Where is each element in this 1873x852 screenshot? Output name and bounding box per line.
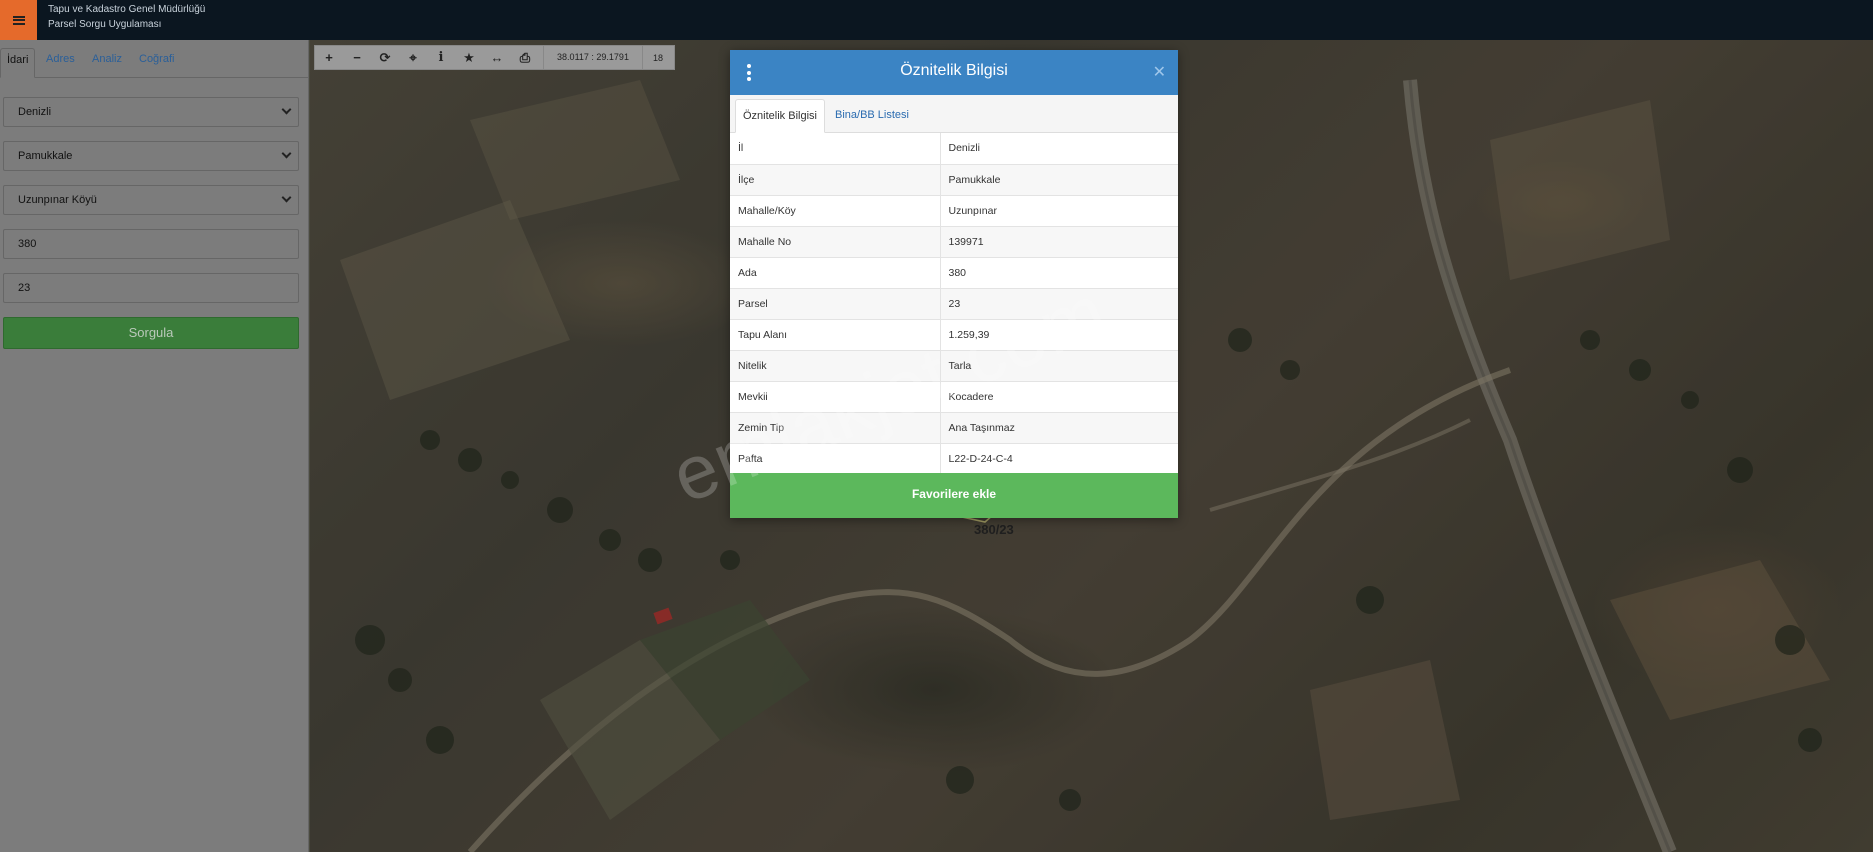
- org-name: Tapu ve Kadastro Genel Müdürlüğü: [48, 4, 206, 15]
- table-row: İlçe Pamukkale: [730, 164, 1178, 196]
- attribute-value: Ana Taşınmaz: [940, 412, 1178, 444]
- plus-icon: +: [325, 50, 333, 65]
- attribute-value: L22-D-24-C-4: [940, 443, 1178, 475]
- attribute-key: Parsel: [730, 288, 941, 320]
- province-select[interactable]: Denizli: [3, 97, 299, 127]
- measure-button[interactable]: ↔: [483, 46, 511, 69]
- district-select[interactable]: Pamukkale: [3, 141, 299, 171]
- coordinate-readout: 38.0117 : 29.1791: [543, 46, 643, 69]
- attribute-key: Mahalle No: [730, 226, 941, 258]
- attribute-value: Denizli: [940, 133, 1178, 165]
- favorite-button[interactable]: ★: [455, 46, 483, 69]
- tab-adres[interactable]: Adres: [40, 48, 81, 78]
- info-button[interactable]: i: [427, 46, 455, 69]
- table-row: Mahalle/Köy Uzunpınar: [730, 195, 1178, 227]
- close-icon[interactable]: ✕: [1153, 62, 1166, 82]
- app-title: Tapu ve Kadastro Genel Müdürlüğü Parsel …: [48, 2, 205, 32]
- hamburger-icon: [12, 15, 25, 25]
- zoom-level: 18: [652, 52, 663, 63]
- locate-icon: ⌖: [409, 49, 417, 65]
- attribute-key: İl: [730, 133, 941, 165]
- table-row: İl Denizli: [730, 133, 1178, 165]
- query-button[interactable]: Sorgula: [3, 317, 299, 349]
- add-to-favorites-button[interactable]: Favorilere ekle: [730, 473, 1178, 518]
- print-icon: ⎙: [519, 49, 531, 65]
- chevron-down-icon: [281, 192, 292, 203]
- attribute-value: 139971: [940, 226, 1178, 258]
- zoom-in-button[interactable]: +: [315, 46, 343, 69]
- tab-cografi[interactable]: Coğrafi: [133, 48, 180, 78]
- neighborhood-select[interactable]: Uzunpınar Köyü: [3, 185, 299, 215]
- parcel-input[interactable]: 23: [3, 273, 299, 303]
- tab-idari[interactable]: İdari: [0, 48, 36, 78]
- table-row: Parsel 23: [730, 288, 1178, 320]
- minus-icon: −: [353, 50, 361, 65]
- parcel-label: 380/23: [974, 522, 1014, 537]
- tab-building-list[interactable]: Bina/BB Listesi: [828, 99, 916, 133]
- district-select-value: Pamukkale: [18, 150, 73, 162]
- sidebar: İdari Adres Analiz Coğrafi Denizli Pamuk…: [0, 40, 309, 852]
- locate-button[interactable]: ⌖: [399, 46, 427, 69]
- print-button[interactable]: ⎙: [511, 46, 539, 69]
- attribute-value: Pamukkale: [940, 164, 1178, 196]
- dialog-header: Öznitelik Bilgisi ✕: [730, 50, 1178, 95]
- measure-icon: ↔: [490, 50, 504, 65]
- dialog-tabs: Öznitelik Bilgisi Bina/BB Listesi: [730, 95, 1178, 133]
- sidebar-tabs: İdari Adres Analiz Coğrafi: [0, 40, 308, 78]
- info-icon: i: [438, 50, 444, 65]
- dialog-title: Öznitelik Bilgisi: [900, 62, 1008, 79]
- chevron-down-icon: [281, 104, 292, 115]
- table-row: Mahalle No 139971: [730, 226, 1178, 258]
- zoom-out-button[interactable]: −: [343, 46, 371, 69]
- refresh-button[interactable]: ⟳: [371, 46, 399, 69]
- map-toolbar: + − ⟳ ⌖ i ★ ↔ ⎙ 38.0117 : 29.1791 18: [314, 45, 675, 70]
- top-bar: Tapu ve Kadastro Genel Müdürlüğü Parsel …: [0, 0, 1873, 40]
- attribute-key: İlçe: [730, 164, 941, 196]
- province-select-value: Denizli: [18, 106, 52, 118]
- app-name: Parsel Sorgu Uygulaması: [48, 19, 162, 30]
- tab-attribute-info[interactable]: Öznitelik Bilgisi: [735, 99, 825, 133]
- attribute-value: Uzunpınar: [940, 195, 1178, 227]
- star-icon: ★: [463, 49, 475, 65]
- attribute-key: Mahalle/Köy: [730, 195, 941, 227]
- table-row: Ada 380: [730, 257, 1178, 289]
- block-input[interactable]: 380: [3, 229, 299, 259]
- neighborhood-select-value: Uzunpınar Köyü: [18, 194, 97, 206]
- refresh-icon: ⟳: [379, 49, 391, 65]
- chevron-down-icon: [281, 148, 292, 159]
- hamburger-menu-button[interactable]: [0, 0, 37, 40]
- tab-analiz[interactable]: Analiz: [86, 48, 128, 78]
- attribute-key: Ada: [730, 257, 941, 289]
